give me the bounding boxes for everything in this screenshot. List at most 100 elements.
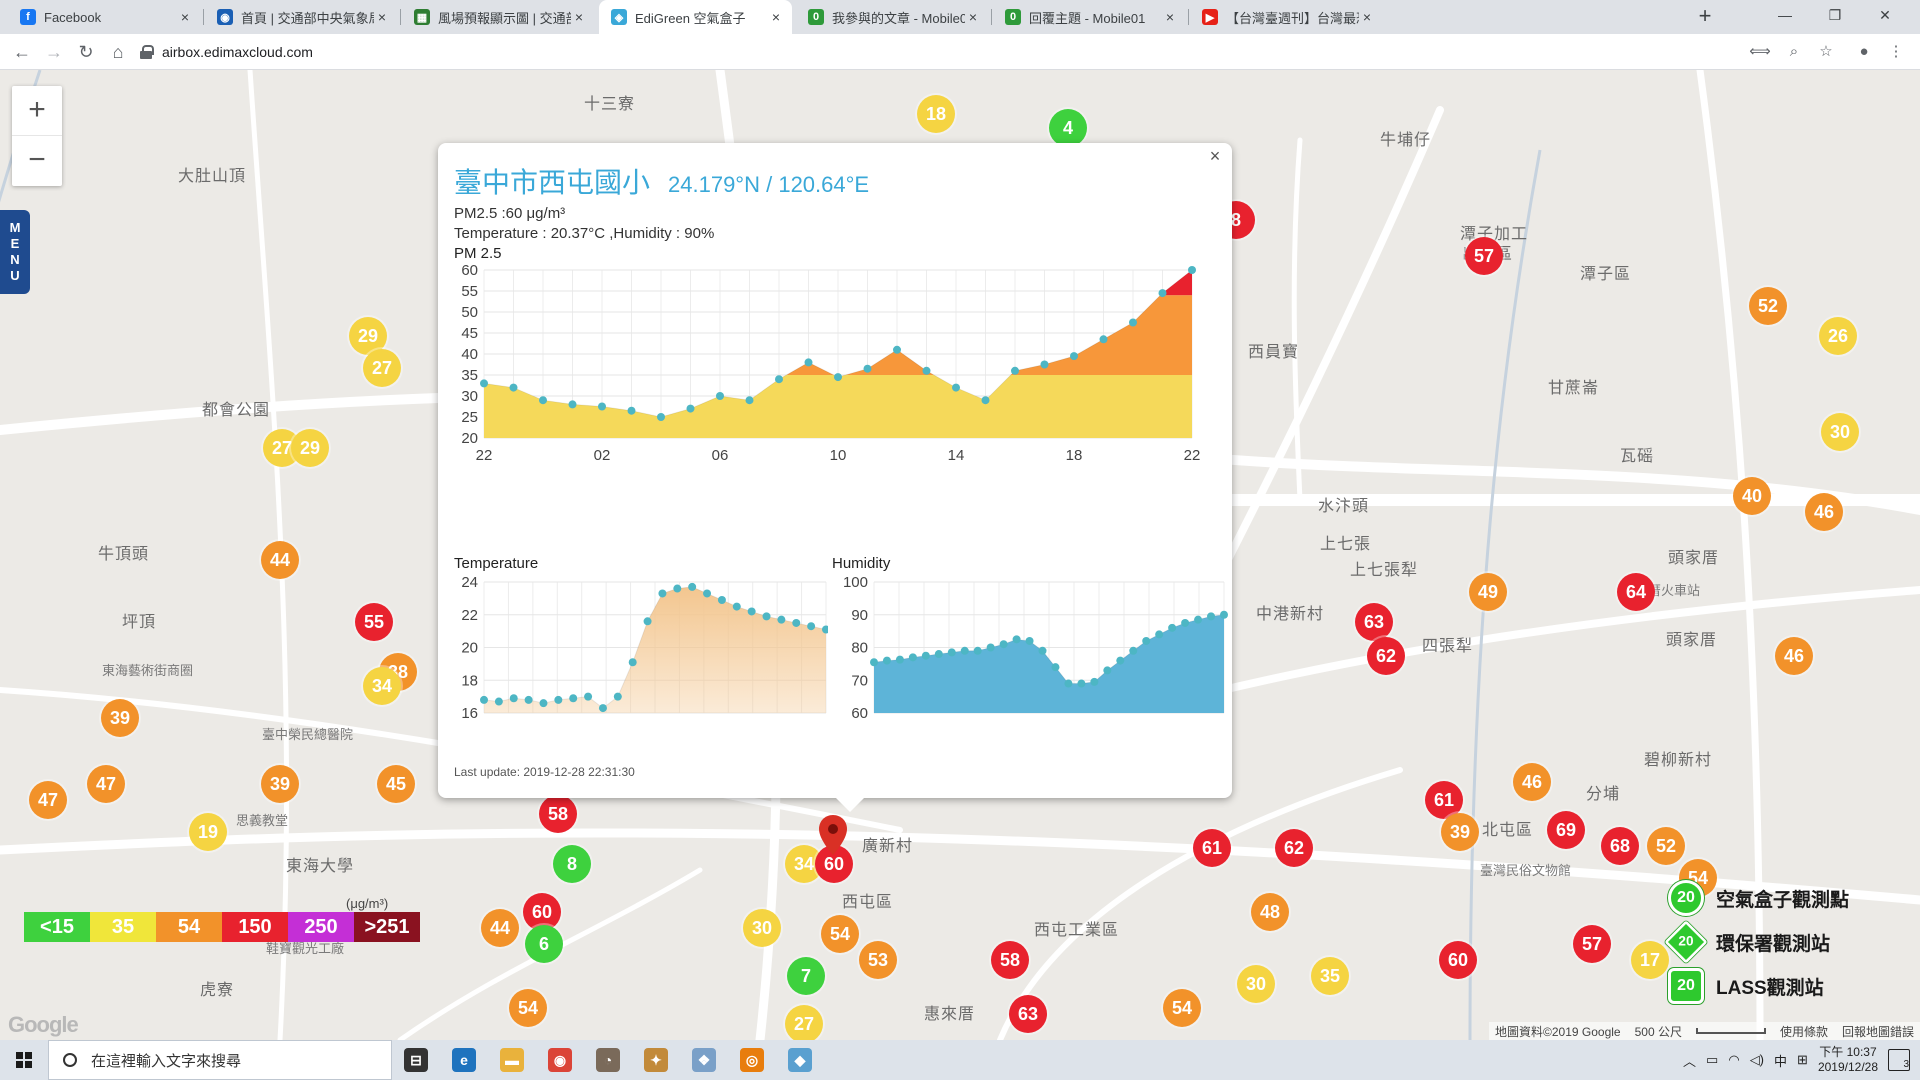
zoom-in-button[interactable]: + xyxy=(12,86,62,136)
network-icon[interactable]: ◠ xyxy=(1728,1052,1739,1068)
data-point[interactable] xyxy=(613,692,622,701)
data-point[interactable] xyxy=(703,589,712,598)
airbox-station-marker[interactable]: 54 xyxy=(821,915,859,953)
close-window-button[interactable]: ✕ xyxy=(1862,0,1908,30)
airbox-station-marker[interactable]: 68 xyxy=(1601,827,1639,865)
data-point[interactable] xyxy=(480,695,488,704)
app-box-icon[interactable]: ◆ xyxy=(776,1040,824,1080)
profile-icon[interactable]: ● xyxy=(1852,40,1876,64)
browser-menu-icon[interactable]: ⋮ xyxy=(1884,40,1908,64)
data-point[interactable] xyxy=(1158,289,1167,298)
airbox-station-marker[interactable]: 30 xyxy=(1237,965,1275,1003)
start-button[interactable] xyxy=(0,1040,48,1080)
reload-icon[interactable]: ↻ xyxy=(72,38,100,66)
data-point[interactable] xyxy=(981,396,990,405)
data-point[interactable] xyxy=(716,392,724,400)
airbox-station-marker[interactable]: 64 xyxy=(1617,573,1655,611)
data-point[interactable] xyxy=(598,402,606,411)
system-clock[interactable]: 下午 10:37 2019/12/28 xyxy=(1818,1045,1878,1075)
data-point[interactable] xyxy=(569,694,578,703)
tab-close-icon[interactable]: × xyxy=(1359,9,1375,25)
task-view-icon[interactable]: ⊟ xyxy=(392,1040,440,1080)
data-point[interactable] xyxy=(804,358,813,367)
tab-close-icon[interactable]: × xyxy=(374,9,390,25)
app-network-icon[interactable]: ❖ xyxy=(680,1040,728,1080)
data-point[interactable] xyxy=(863,364,872,373)
data-point[interactable] xyxy=(494,697,503,706)
translate-icon[interactable]: ⟺ xyxy=(1748,40,1772,64)
data-point[interactable] xyxy=(598,704,607,713)
volume-icon[interactable]: ◁) xyxy=(1750,1052,1764,1068)
data-point[interactable] xyxy=(1040,360,1049,369)
data-point[interactable] xyxy=(1168,623,1177,632)
data-point[interactable] xyxy=(921,651,930,660)
data-point[interactable] xyxy=(1077,679,1086,688)
airbox-station-marker[interactable]: 7 xyxy=(787,957,825,995)
taskbar-search-input[interactable]: 在這裡輸入文字來搜尋 xyxy=(48,1040,392,1080)
airbox-station-marker[interactable]: 47 xyxy=(29,781,67,819)
data-point[interactable] xyxy=(1025,636,1034,645)
data-point[interactable] xyxy=(999,640,1008,649)
airbox-station-marker[interactable]: 54 xyxy=(509,989,547,1027)
airbox-station-marker[interactable]: 17 xyxy=(1631,941,1669,979)
airbox-station-marker[interactable]: 39 xyxy=(101,699,139,737)
selected-station-pin-icon[interactable] xyxy=(818,814,848,856)
airbox-station-marker[interactable]: 8 xyxy=(553,845,591,883)
data-point[interactable] xyxy=(1070,352,1078,361)
airbox-station-marker[interactable]: 46 xyxy=(1775,637,1813,675)
terms-link[interactable]: 使用條款 xyxy=(1780,1023,1828,1040)
airbox-station-marker[interactable]: 52 xyxy=(1749,287,1787,325)
tray-chevron-icon[interactable]: ︿ xyxy=(1683,1051,1696,1070)
airbox-station-marker[interactable]: 27 xyxy=(363,349,401,387)
data-point[interactable] xyxy=(539,396,547,405)
airbox-station-marker[interactable]: 29 xyxy=(291,429,329,467)
popup-close-button[interactable]: × xyxy=(1204,145,1226,167)
battery-icon[interactable]: ▭ xyxy=(1706,1052,1718,1068)
data-point[interactable] xyxy=(584,692,593,701)
new-tab-button[interactable]: + xyxy=(1692,4,1718,30)
airbox-station-marker[interactable]: 45 xyxy=(377,765,415,803)
data-point[interactable] xyxy=(686,404,695,413)
airbox-station-marker[interactable]: 39 xyxy=(1441,813,1479,851)
airbox-station-marker[interactable]: 58 xyxy=(539,795,577,833)
data-point[interactable] xyxy=(895,655,904,664)
zoom-out-button[interactable]: − xyxy=(12,136,62,186)
data-point[interactable] xyxy=(870,658,878,667)
data-point[interactable] xyxy=(1116,656,1125,665)
data-point[interactable] xyxy=(732,602,741,611)
data-point[interactable] xyxy=(893,345,901,354)
data-point[interactable] xyxy=(1012,635,1021,644)
blender-icon[interactable]: ◎ xyxy=(728,1040,776,1080)
data-point[interactable] xyxy=(673,584,682,593)
airbox-station-marker[interactable]: 63 xyxy=(1009,995,1047,1033)
data-point[interactable] xyxy=(908,653,917,662)
bookmark-star-icon[interactable]: ☆ xyxy=(1814,40,1838,64)
app-mascot-icon[interactable]: ✦ xyxy=(632,1040,680,1080)
airbox-station-marker[interactable]: 52 xyxy=(1647,827,1685,865)
airbox-station-marker[interactable]: 26 xyxy=(1819,317,1857,355)
airbox-station-marker[interactable]: 34 xyxy=(363,667,401,705)
tab-close-icon[interactable]: × xyxy=(177,9,193,25)
data-point[interactable] xyxy=(1103,666,1112,675)
airbox-station-marker[interactable]: 57 xyxy=(1465,237,1503,275)
app-clock-icon[interactable]: ◔ xyxy=(584,1040,632,1080)
browser-tab[interactable]: 0 回覆主題 - Mobile01 × xyxy=(993,0,1186,34)
data-point[interactable] xyxy=(777,615,786,624)
browser-tab[interactable]: f Facebook × xyxy=(8,0,201,34)
data-point[interactable] xyxy=(524,695,533,704)
tab-close-icon[interactable]: × xyxy=(965,9,981,25)
data-point[interactable] xyxy=(922,366,931,375)
data-point[interactable] xyxy=(509,694,518,703)
airbox-station-marker[interactable]: 40 xyxy=(1733,477,1771,515)
airbox-station-marker[interactable]: 53 xyxy=(859,941,897,979)
airbox-station-marker[interactable]: 6 xyxy=(525,925,563,963)
airbox-station-marker[interactable]: 27 xyxy=(785,1005,823,1040)
back-icon[interactable]: ← xyxy=(8,38,36,66)
data-point[interactable] xyxy=(658,589,667,598)
report-error-link[interactable]: 回報地圖錯誤 xyxy=(1842,1023,1914,1040)
data-point[interactable] xyxy=(1011,366,1019,375)
browser-tab[interactable]: ▶ 【台灣臺週刊】台灣最恐怖的核...× xyxy=(1190,0,1383,34)
airbox-station-marker[interactable]: 19 xyxy=(189,813,227,851)
zoom-icon[interactable]: ⌕ xyxy=(1782,40,1806,64)
notification-center-icon[interactable]: 3 xyxy=(1888,1049,1910,1071)
